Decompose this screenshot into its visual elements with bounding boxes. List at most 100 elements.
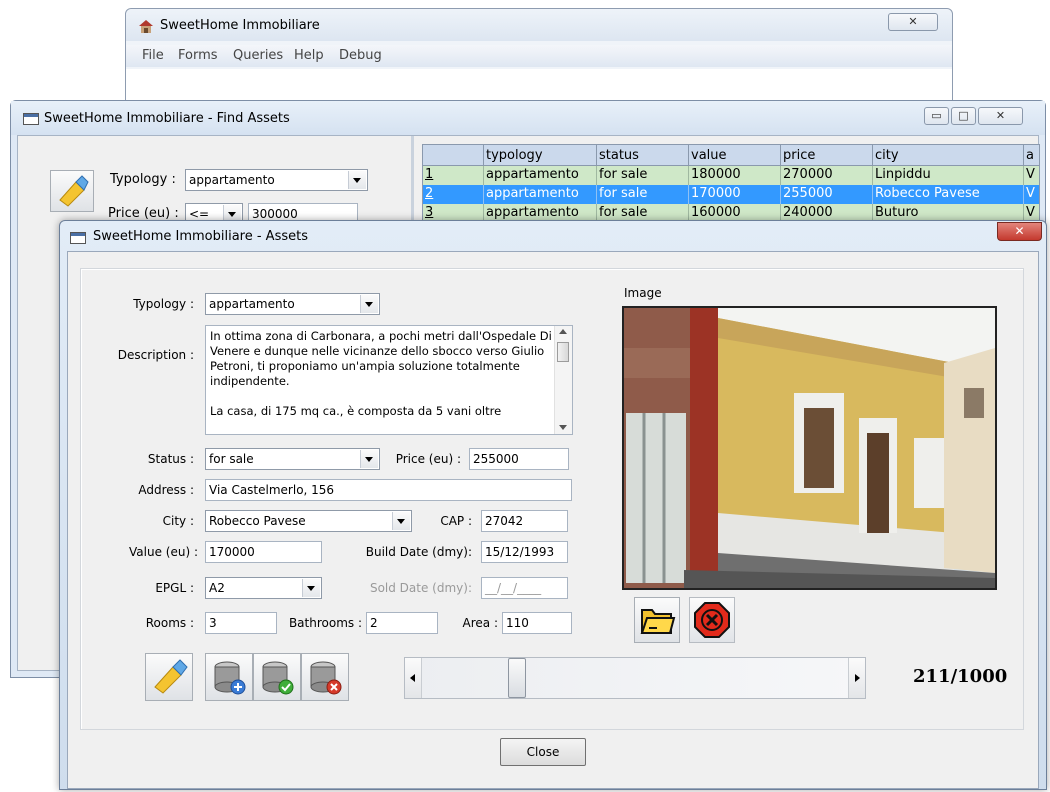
area-input[interactable]: 110 bbox=[502, 612, 572, 634]
menu-forms[interactable]: Forms bbox=[178, 48, 218, 63]
table-cell-n: 2 bbox=[425, 186, 434, 201]
table-cell-a: V bbox=[1023, 185, 1039, 204]
menu-queries[interactable]: Queries bbox=[233, 48, 283, 63]
column-header-typology[interactable]: typology bbox=[483, 145, 599, 167]
sold-date-label: Sold Date (dmy): bbox=[369, 581, 472, 595]
assets-close-button[interactable]: ✕ bbox=[997, 222, 1042, 241]
close-button[interactable]: Close bbox=[500, 738, 586, 766]
delete-record-button[interactable] bbox=[301, 653, 349, 701]
table-cell-city: Robecco Pavese bbox=[872, 185, 1023, 204]
property-photo bbox=[624, 308, 995, 588]
chevron-down-icon bbox=[348, 171, 366, 189]
table-cell-typology: appartamento bbox=[483, 166, 596, 185]
main-menubar: File Forms Queries Help Debug bbox=[126, 45, 952, 67]
bathrooms-value: 2 bbox=[370, 616, 378, 630]
sold-date-value: __/__/____ bbox=[485, 581, 542, 595]
description-line: Petroni, ti proponiamo un'ampia soluzion… bbox=[210, 359, 520, 373]
city-value: Robecco Pavese bbox=[209, 514, 306, 528]
column-header-status[interactable]: status bbox=[596, 145, 691, 167]
assets-titlebar: SweetHome Immobiliare - Assets ✕ bbox=[60, 221, 1046, 251]
typology-select[interactable]: appartamento bbox=[205, 293, 380, 315]
description-textarea[interactable]: In ottima zona di Carbonara, a pochi met… bbox=[205, 325, 573, 435]
menu-file[interactable]: File bbox=[142, 48, 164, 63]
sold-date-input[interactable]: __/__/____ bbox=[481, 577, 568, 599]
add-record-button[interactable] bbox=[205, 653, 253, 701]
record-scroll-thumb[interactable] bbox=[508, 658, 526, 698]
build-date-input[interactable]: 15/12/1993 bbox=[481, 541, 568, 563]
main-window: SweetHome Immobiliare ✕ File Forms Queri… bbox=[125, 8, 953, 108]
menu-help[interactable]: Help bbox=[294, 48, 324, 63]
menu-debug[interactable]: Debug bbox=[339, 48, 382, 63]
address-value: Via Castelmerlo, 156 bbox=[209, 483, 335, 497]
find-typology-label: Typology : bbox=[110, 172, 176, 187]
description-scrollbar[interactable] bbox=[554, 326, 572, 434]
window-app-icon bbox=[70, 232, 86, 244]
column-header-a[interactable]: a bbox=[1023, 145, 1039, 167]
find-window-title: SweetHome Immobiliare - Find Assets bbox=[44, 111, 290, 126]
clear-form-button[interactable] bbox=[145, 653, 193, 701]
rooms-input[interactable]: 3 bbox=[205, 612, 277, 634]
maximize-icon: □ bbox=[958, 109, 969, 122]
status-select[interactable]: for sale bbox=[205, 448, 380, 470]
scroll-down-icon[interactable] bbox=[559, 425, 567, 430]
value-label: Value (eu) : bbox=[129, 545, 198, 559]
column-header-value[interactable]: value bbox=[688, 145, 783, 167]
table-cell-status: for sale bbox=[596, 185, 688, 204]
find-price-value: 300000 bbox=[252, 207, 298, 221]
column-header-price[interactable]: price bbox=[780, 145, 875, 167]
chevron-down-icon bbox=[302, 579, 320, 597]
city-select[interactable]: Robecco Pavese bbox=[205, 510, 412, 532]
table-row[interactable]: 1 appartamento for sale 180000 270000 Linpidd… bbox=[423, 166, 1039, 185]
save-record-button[interactable] bbox=[253, 653, 301, 701]
close-button-label: Close bbox=[526, 745, 560, 759]
remove-image-button[interactable] bbox=[689, 597, 735, 643]
price-value: 255000 bbox=[473, 452, 519, 466]
table-row[interactable]: 2 appartamento for sale 170000 255000 Robecco… bbox=[423, 185, 1039, 204]
description-line: Venere e dunque nelle vicinanze dello sb… bbox=[210, 344, 545, 358]
house-app-icon bbox=[139, 20, 153, 33]
description-text: In ottima zona di Carbonara, a pochi met… bbox=[210, 329, 552, 419]
scroll-left-button[interactable] bbox=[405, 658, 422, 698]
record-navigator-scrollbar[interactable] bbox=[404, 657, 866, 699]
find-maximize-button[interactable]: □ bbox=[951, 107, 976, 125]
table-cell-a: V bbox=[1023, 166, 1039, 185]
find-titlebar: SweetHome Immobiliare - Find Assets ▭ □ … bbox=[11, 101, 1045, 135]
find-clear-button[interactable] bbox=[50, 170, 94, 212]
find-minimize-button[interactable]: ▭ bbox=[924, 107, 949, 125]
area-value: 110 bbox=[506, 616, 529, 630]
close-icon: ✕ bbox=[995, 109, 1006, 122]
scroll-right-button[interactable] bbox=[848, 658, 865, 698]
main-close-button[interactable]: ✕ bbox=[888, 13, 938, 31]
bathrooms-input[interactable]: 2 bbox=[366, 612, 438, 634]
scroll-up-icon[interactable] bbox=[559, 329, 567, 334]
open-image-button[interactable] bbox=[634, 597, 680, 643]
address-label: Address : bbox=[138, 483, 194, 497]
cap-label: CAP : bbox=[440, 514, 472, 528]
price-input[interactable]: 255000 bbox=[469, 448, 569, 470]
address-input[interactable]: Via Castelmerlo, 156 bbox=[205, 479, 572, 501]
rooms-value: 3 bbox=[209, 616, 217, 630]
epgl-select[interactable]: A2 bbox=[205, 577, 322, 599]
table-cell-city: Linpiddu bbox=[872, 166, 1023, 185]
status-label: Status : bbox=[147, 452, 194, 466]
chevron-down-icon bbox=[360, 295, 378, 313]
table-cell-price: 270000 bbox=[780, 166, 872, 185]
description-scroll-thumb[interactable] bbox=[557, 342, 569, 362]
record-counter: 211/1000 bbox=[913, 666, 1008, 687]
image-label: Image bbox=[624, 286, 662, 300]
area-label: Area : bbox=[462, 616, 498, 630]
bathrooms-label: Bathrooms : bbox=[288, 616, 362, 630]
description-line: indipendente. bbox=[210, 374, 290, 388]
value-input[interactable]: 170000 bbox=[205, 541, 322, 563]
column-header-city[interactable]: city bbox=[872, 145, 1026, 167]
find-typology-select[interactable]: appartamento bbox=[185, 169, 368, 191]
folder-icon bbox=[640, 609, 676, 634]
assets-client-area: Typology : appartamento Description : In… bbox=[67, 251, 1039, 789]
rooms-label: Rooms : bbox=[145, 616, 194, 630]
description-line: La casa, di 175 mq ca., è composta da 5 … bbox=[210, 404, 502, 418]
find-close-button[interactable]: ✕ bbox=[978, 107, 1023, 125]
cap-input[interactable]: 27042 bbox=[481, 510, 568, 532]
epgl-value: A2 bbox=[209, 581, 225, 595]
broom-icon bbox=[154, 659, 188, 694]
main-window-title: SweetHome Immobiliare bbox=[160, 18, 320, 33]
